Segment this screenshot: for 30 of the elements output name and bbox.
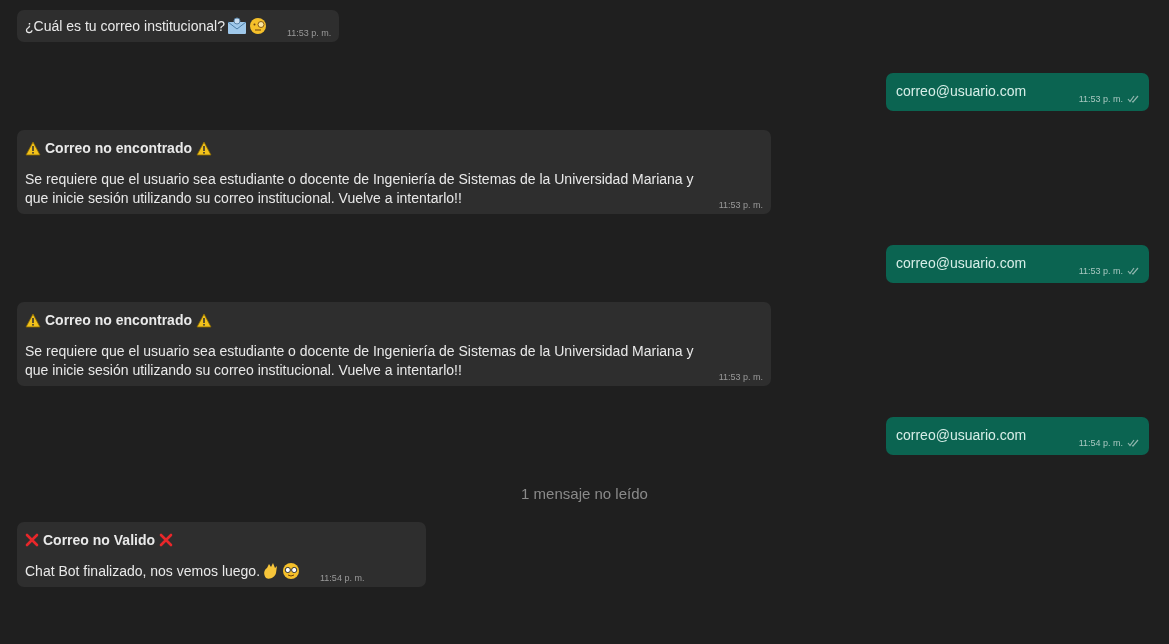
message-time: 11:53 p. m. xyxy=(718,200,763,210)
message-text: correo@usuario.com xyxy=(896,82,1027,101)
message-time: 11:53 p. m. xyxy=(1078,94,1123,104)
monocle-face-icon xyxy=(249,17,267,35)
message-text: Se requiere que el usuario sea estudiante o docente de Ingeniería de Sistemas de la Universidad Mariana y que inicie sesión utilizando su correo institucional. Vuelve a intentarlo!! xyxy=(25,342,695,380)
warning-icon xyxy=(25,140,41,156)
nerd-face-icon xyxy=(282,562,301,580)
message-title: Correo no encontrado xyxy=(45,312,192,328)
envelope-icon xyxy=(227,17,247,35)
double-check-icon xyxy=(1127,439,1139,447)
warning-icon xyxy=(196,312,212,328)
message-title: Correo no Valido xyxy=(43,532,155,548)
message-text: Chat Bot finalizado, nos vemos luego. xyxy=(25,562,261,581)
message-text: correo@usuario.com xyxy=(896,426,1027,445)
cross-icon xyxy=(25,533,39,547)
warning-icon xyxy=(25,312,41,328)
unread-divider: 1 mensaje no leído xyxy=(521,485,648,502)
message-time: 11:53 p. m. xyxy=(1078,266,1123,276)
message-title: Correo no encontrado xyxy=(45,140,192,156)
message-text: Se requiere que el usuario sea estudiante o docente de Ingeniería de Sistemas de la Universidad Mariana y que inicie sesión utilizando su correo institucional. Vuelve a intentarlo!! xyxy=(25,170,695,208)
message-text: correo@usuario.com xyxy=(896,254,1027,273)
double-check-icon xyxy=(1127,267,1139,275)
double-check-icon xyxy=(1127,95,1139,103)
message-time: 11:54 p. m. xyxy=(320,573,365,583)
warning-icon xyxy=(196,140,212,156)
cross-icon xyxy=(159,533,173,547)
message-text: ¿Cuál es tu correo institucional? xyxy=(25,17,225,36)
message-time: 11:53 p. m. xyxy=(287,28,332,38)
message-time: 11:54 p. m. xyxy=(1078,438,1123,448)
message-time: 11:53 p. m. xyxy=(718,372,763,382)
